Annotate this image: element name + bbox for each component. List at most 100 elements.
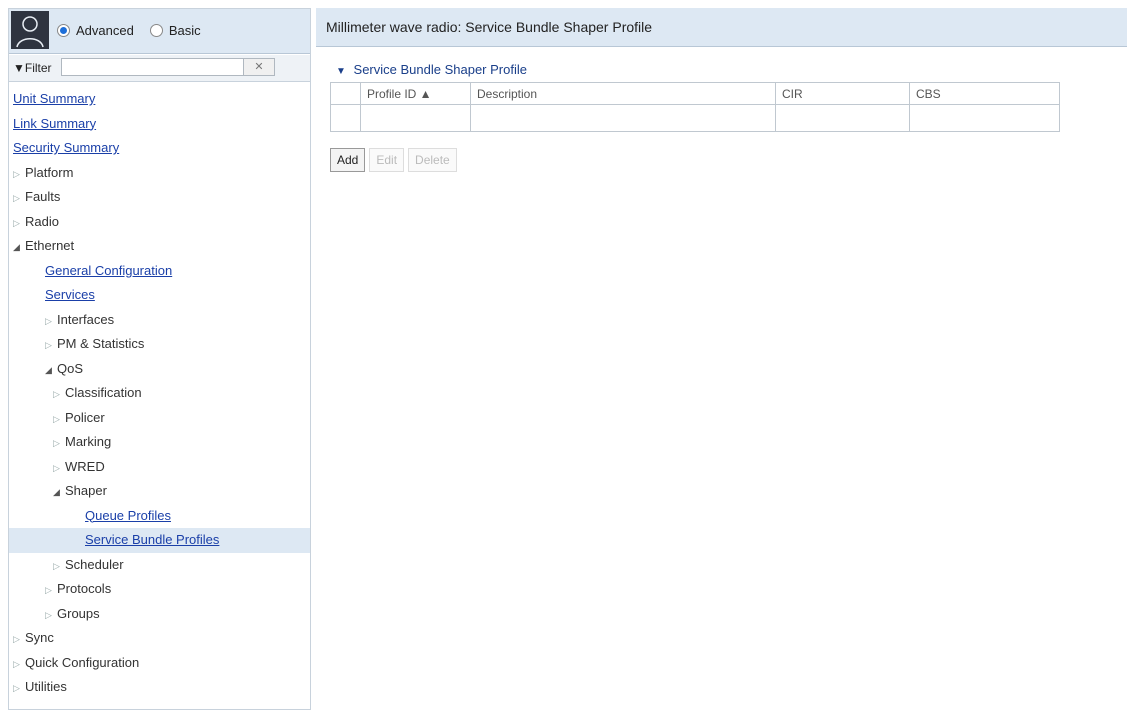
tree-item-faults[interactable]: ▷ Faults [9, 185, 310, 210]
navigation-tree: Unit Summary Link Summary Security Summary… [9, 87, 310, 700]
table-header-row: Profile ID ▲ Description CIR CBS [330, 82, 1060, 105]
tree-item-label: Queue Profiles [85, 507, 171, 523]
tree-item-label: Service Bundle Profiles [85, 532, 220, 547]
tree-item-label: Radio [25, 213, 59, 229]
table-cell [360, 104, 471, 132]
tree-item-security-summary[interactable]: Security Summary [9, 136, 310, 161]
tree-item-interfaces[interactable]: ▷ Interfaces [9, 308, 310, 333]
tree-item-platform[interactable]: ▷ Platform [9, 161, 310, 186]
table-row[interactable] [330, 104, 1060, 132]
collapsed-arrow-icon[interactable]: ▷ [13, 652, 23, 677]
column-header-description[interactable]: Description [470, 82, 776, 105]
tree-item-label: WRED [65, 458, 105, 474]
tree-item-policer[interactable]: ▷ Policer [9, 406, 310, 431]
tree-item-label: Marking [65, 434, 112, 449]
table-actions: Add Edit Delete [330, 148, 457, 172]
collapsed-arrow-icon[interactable]: ▷ [45, 309, 55, 334]
tree-item-queue-profiles[interactable]: Queue Profiles [9, 504, 310, 529]
tree-item-protocols[interactable]: ▷ Protocols [9, 577, 310, 602]
collapsed-arrow-icon[interactable]: ▷ [45, 603, 55, 628]
tree-item-shaper[interactable]: ◢ Shaper [9, 479, 310, 504]
sidebar-header: Advanced Basic [9, 9, 310, 54]
section-header[interactable]: ▼ Service Bundle Shaper Profile [336, 62, 527, 77]
collapsed-arrow-icon[interactable]: ▷ [53, 554, 63, 579]
basic-radio[interactable] [149, 24, 163, 37]
tree-item-label: Faults [25, 189, 61, 204]
filter-bar: ▼Filter ✕ [9, 55, 310, 82]
basic-radio-label[interactable]: Basic [169, 23, 201, 38]
tree-item-label: Services [45, 287, 95, 302]
collapse-triangle-icon: ▼ [336, 66, 346, 77]
navigation-sidebar: Advanced Basic ▼Filter ✕ Unit Summary Lin… [8, 8, 311, 710]
collapsed-arrow-icon[interactable]: ▷ [13, 627, 23, 652]
tree-item-marking[interactable]: ▷ Marking [9, 430, 310, 455]
collapsed-arrow-icon[interactable]: ▷ [53, 407, 63, 432]
table-cell [909, 104, 1060, 132]
tree-item-label: Utilities [25, 679, 67, 694]
tree-item-radio[interactable]: ▷ Radio [9, 210, 310, 235]
collapsed-arrow-icon[interactable]: ▷ [53, 382, 63, 407]
delete-button[interactable]: Delete [408, 148, 457, 172]
tree-item-label: Groups [57, 605, 100, 621]
mode-toggle: Advanced Basic [57, 23, 211, 38]
tree-item-classification[interactable]: ▷ Classification [9, 381, 310, 406]
tree-item-wred[interactable]: ▷ WRED [9, 455, 310, 480]
collapsed-arrow-icon[interactable]: ▷ [45, 578, 55, 603]
collapsed-arrow-icon[interactable]: ▷ [53, 456, 63, 481]
tree-item-qos[interactable]: ◢ QoS [9, 357, 310, 382]
tree-item-label: Sync [25, 630, 54, 645]
tree-item-utilities[interactable]: ▷ Utilities [9, 675, 310, 700]
clear-filter-icon[interactable]: ✕ [243, 58, 275, 76]
tree-item-label: Link Summary [13, 115, 97, 131]
expanded-arrow-icon[interactable]: ◢ [13, 235, 23, 260]
tree-item-label: Classification [65, 385, 142, 400]
expanded-arrow-icon[interactable]: ◢ [45, 358, 55, 383]
user-icon[interactable] [11, 11, 49, 49]
tree-item-label: Interfaces [57, 311, 115, 327]
collapsed-arrow-icon[interactable]: ▷ [13, 211, 23, 236]
table-cell [470, 104, 776, 132]
column-header-profile-id[interactable]: Profile ID ▲ [360, 82, 471, 105]
tree-item-label: Shaper [65, 483, 107, 498]
tree-item-sync[interactable]: ▷ Sync [9, 626, 310, 651]
table-cell [775, 104, 910, 132]
advanced-radio-label[interactable]: Advanced [76, 23, 134, 38]
expanded-arrow-icon[interactable]: ◢ [53, 480, 63, 505]
tree-item-ethernet[interactable]: ◢ Ethernet [9, 234, 310, 259]
column-header-cbs[interactable]: CBS [909, 82, 1060, 105]
tree-item-label: Quick Configuration [25, 654, 140, 670]
edit-button[interactable]: Edit [369, 148, 405, 172]
tree-item-label: Platform [25, 164, 74, 180]
tree-item-label: General Configuration [45, 262, 173, 278]
column-header-cir[interactable]: CIR [775, 82, 910, 105]
tree-item-label: Unit Summary [13, 91, 96, 106]
advanced-radio[interactable] [57, 24, 70, 37]
collapsed-arrow-icon[interactable]: ▷ [13, 676, 23, 701]
tree-item-label: Ethernet [25, 238, 75, 253]
filter-input[interactable] [61, 58, 245, 76]
profiles-table: Profile ID ▲ Description CIR CBS [330, 82, 1060, 132]
tree-item-scheduler[interactable]: ▷ Scheduler [9, 553, 310, 578]
tree-item-label: Security Summary [13, 140, 120, 155]
collapsed-arrow-icon[interactable]: ▷ [53, 431, 63, 456]
tree-item-label: PM & Statistics [57, 336, 145, 351]
tree-item-label: Protocols [57, 581, 112, 596]
tree-item-general-configuration[interactable]: General Configuration [9, 259, 310, 284]
filter-label[interactable]: ▼Filter [13, 61, 52, 75]
collapsed-arrow-icon[interactable]: ▷ [13, 186, 23, 211]
tree-item-label: QoS [57, 360, 84, 376]
add-button[interactable]: Add [330, 148, 366, 172]
tree-item-label: Scheduler [65, 556, 124, 572]
collapsed-arrow-icon[interactable]: ▷ [13, 162, 23, 187]
tree-item-unit-summary[interactable]: Unit Summary [9, 87, 310, 112]
section-title: Service Bundle Shaper Profile [353, 62, 527, 77]
tree-item-pm-statistics[interactable]: ▷ PM & Statistics [9, 332, 310, 357]
tree-item-services[interactable]: Services [9, 283, 310, 308]
tree-item-service-bundle-profiles[interactable]: Service Bundle Profiles [9, 528, 310, 553]
tree-item-link-summary[interactable]: Link Summary [9, 112, 310, 137]
tree-item-quick-configuration[interactable]: ▷ Quick Configuration [9, 651, 310, 676]
tree-item-groups[interactable]: ▷ Groups [9, 602, 310, 627]
table-cell [330, 104, 361, 132]
tree-item-label: Policer [65, 409, 105, 425]
collapsed-arrow-icon[interactable]: ▷ [45, 333, 55, 358]
